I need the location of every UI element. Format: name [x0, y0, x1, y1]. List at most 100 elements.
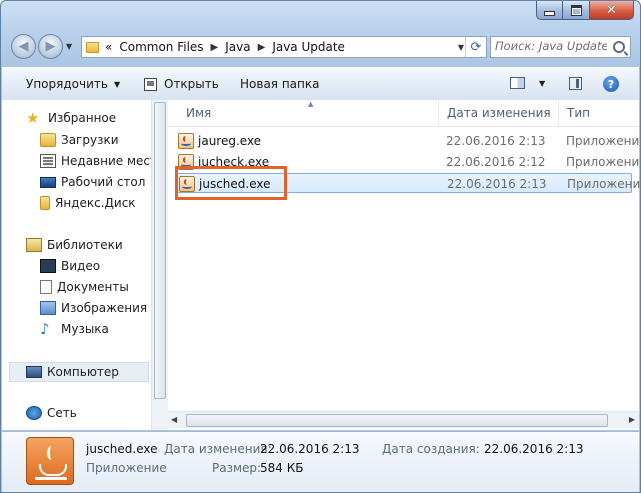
scroll-right-icon[interactable]: ▶	[629, 415, 635, 424]
navigation-pane: ★ Избранное Загрузки Недавние места Рабо…	[2, 100, 164, 430]
scroll-left-icon[interactable]: ◀	[171, 415, 177, 424]
explorer-window: ✕ ◀ ▶ ▼ « Common Files ▶ Java ▶ Java Upd…	[0, 0, 641, 493]
sidebar-libraries[interactable]: Библиотеки	[26, 235, 123, 255]
java-exe-icon	[178, 133, 194, 149]
recent-pages-dropdown[interactable]: ▼	[66, 42, 72, 51]
sidebar-item-label: Музыка	[61, 322, 109, 336]
file-type: Приложение	[566, 134, 641, 148]
open-icon	[144, 77, 157, 91]
column-divider[interactable]	[438, 100, 439, 126]
chevron-right-icon[interactable]: ▶	[258, 42, 266, 53]
file-date: 22.06.2016 2:13	[447, 177, 547, 191]
sidebar-network[interactable]: Сеть	[26, 403, 77, 423]
column-header-type[interactable]: Тип	[567, 106, 590, 120]
search-input[interactable]	[495, 39, 607, 53]
sidebar-item-label: Загрузки	[61, 133, 119, 147]
java-app-large-icon	[26, 437, 74, 485]
file-row[interactable]: jaureg.exe 22.06.2016 2:13 Приложение	[176, 131, 640, 151]
yandex-disk-folder-icon	[40, 196, 50, 210]
music-library-icon: ♪	[40, 320, 50, 338]
details-size-value: 584 КБ	[260, 461, 304, 475]
details-pane: jusched.exe Приложение Дата изменения: 2…	[2, 431, 639, 492]
breadcrumb-item-java[interactable]: Java	[225, 40, 250, 54]
column-header-date[interactable]: Дата изменения	[447, 106, 551, 120]
chevron-down-icon: ▼	[113, 79, 121, 89]
view-options-dropdown[interactable]: ▼	[539, 79, 545, 88]
breadcrumb: « Common Files ▶ Java ▶ Java Update	[105, 40, 345, 54]
sidebar-item-video[interactable]: Видео	[40, 256, 100, 276]
address-bar[interactable]: « Common Files ▶ Java ▶ Java Update ▼ ⟳	[81, 36, 487, 58]
sidebar-computer[interactable]: Компьютер	[26, 362, 119, 382]
forward-button[interactable]: ▶	[38, 34, 63, 59]
minimize-button[interactable]	[536, 1, 563, 20]
details-created-value: 22.06.2016 2:13	[484, 442, 584, 456]
navigation-bar: ◀ ▶ ▼ « Common Files ▶ Java ▶ Java Updat…	[9, 34, 632, 60]
new-folder-button[interactable]: Новая папка	[240, 77, 319, 91]
sidebar-item-label: Видео	[61, 259, 101, 273]
search-icon[interactable]	[613, 41, 625, 53]
desktop-icon	[40, 176, 56, 188]
refresh-button[interactable]: ⟳	[465, 37, 486, 57]
sidebar-item-label: Библиотеки	[47, 238, 123, 252]
details-size-label: Размер:	[212, 461, 262, 475]
details-modified-label: Дата изменения:	[164, 442, 272, 456]
video-library-icon	[40, 259, 56, 273]
sidebar-item-documents[interactable]: Документы	[40, 277, 129, 297]
star-icon: ★	[26, 109, 40, 127]
scrollbar-thumb[interactable]	[154, 102, 166, 399]
file-date: 22.06.2016 2:13	[446, 134, 546, 148]
sidebar-item-desktop[interactable]: Рабочий стол	[40, 172, 145, 192]
sidebar-item-label: Недавние места	[61, 154, 165, 168]
search-box[interactable]	[490, 36, 631, 58]
recent-places-icon	[40, 154, 56, 168]
sidebar-item-downloads[interactable]: Загрузки	[40, 130, 119, 150]
arrow-right-icon: ▶	[45, 39, 56, 54]
sidebar-item-label: Избранное	[48, 111, 117, 125]
folder-icon	[86, 41, 99, 53]
maximize-button[interactable]	[563, 1, 590, 20]
refresh-icon: ⟳	[470, 39, 482, 55]
open-button[interactable]: Открыть	[144, 77, 219, 91]
sidebar-item-music[interactable]: ♪ Музыка	[40, 319, 109, 339]
help-icon[interactable]: ?	[603, 76, 619, 92]
command-bar: Упорядочить ▼ Открыть Новая папка ▼ ?	[2, 67, 639, 101]
navigation-pane-scrollbar[interactable]	[151, 100, 169, 430]
sidebar-item-images[interactable]: Изображения	[40, 298, 147, 318]
documents-library-icon	[40, 280, 52, 294]
content-area: ★ Избранное Загрузки Недавние места Рабо…	[2, 100, 641, 430]
file-name: jaureg.exe	[198, 134, 262, 148]
column-divider[interactable]	[558, 100, 559, 126]
details-modified-value: 22.06.2016 2:13	[260, 442, 360, 456]
horizontal-scrollbar[interactable]: ◀ ▶	[168, 411, 639, 428]
preview-pane-button[interactable]	[569, 77, 582, 90]
cup-shape	[39, 464, 67, 476]
back-button[interactable]: ◀	[11, 34, 36, 59]
chevron-right-icon[interactable]: ▶	[211, 42, 219, 53]
breadcrumb-item-common-files[interactable]: Common Files	[119, 40, 203, 54]
column-header-name[interactable]: Имя	[186, 106, 211, 120]
computer-icon	[26, 366, 42, 378]
annotation-highlight-box	[175, 166, 287, 200]
sidebar-favorites[interactable]: ★ Избранное	[26, 108, 116, 128]
images-library-icon	[40, 301, 56, 315]
organize-button[interactable]: Упорядочить ▼	[26, 77, 120, 91]
downloads-folder-icon	[40, 133, 56, 147]
sidebar-item-label: Яндекс.Диск	[55, 196, 136, 210]
sidebar-item-label: Изображения	[61, 301, 148, 315]
steam-shape	[47, 446, 56, 460]
sidebar-item-yandex-disk[interactable]: Яндекс.Диск	[40, 193, 136, 213]
change-view-button[interactable]	[510, 77, 525, 89]
sidebar-item-recent-places[interactable]: Недавние места	[40, 151, 164, 171]
file-type: Приложение	[566, 155, 641, 169]
address-history-dropdown[interactable]: ▼	[458, 43, 464, 52]
sort-ascending-icon: ▲	[308, 100, 314, 108]
minimize-icon	[544, 10, 555, 16]
caption-buttons: ✕	[536, 1, 634, 20]
network-icon	[26, 406, 42, 420]
scrollbar-thumb[interactable]	[186, 414, 608, 427]
open-label: Открыть	[164, 77, 219, 91]
close-icon: ✕	[606, 2, 617, 18]
breadcrumb-overflow[interactable]: «	[105, 40, 112, 54]
close-button[interactable]: ✕	[590, 1, 634, 20]
breadcrumb-item-java-update[interactable]: Java Update	[272, 40, 345, 54]
